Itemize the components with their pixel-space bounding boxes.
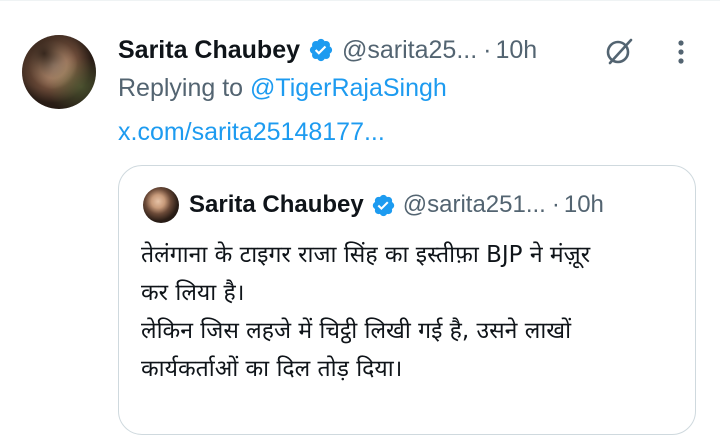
quoted-handle: @sarita251... [402, 191, 546, 218]
quoted-display-name: Sarita Chaubey [189, 191, 364, 218]
tweet-header: Sarita Chaubey @sarita25... · 10h [118, 30, 537, 70]
quoted-text-line: तेलंगाना के टाइगर राजा सिंह का इस्तीफ़ा … [141, 242, 591, 268]
grok-icon[interactable] [604, 36, 634, 66]
quoted-timestamp: 10h [563, 191, 604, 218]
separator-dot: · [551, 191, 560, 218]
quoted-tweet-header: Sarita Chaubey @sarita251... · 10h [189, 186, 604, 224]
quoted-text-line: कार्यकर्ताओं का दिल तोड़ दिया। [141, 356, 403, 382]
replying-prefix: Replying to [118, 74, 251, 102]
divider [0, 0, 720, 1]
timestamp[interactable]: 10h [496, 36, 538, 65]
quoted-tweet-text: तेलंगाना के टाइगर राजा सिंह का इस्तीफ़ा … [141, 236, 681, 388]
handle[interactable]: @sarita25... [342, 36, 477, 65]
quoted-tweet[interactable]: Sarita Chaubey @sarita251... · 10h तेलंग… [118, 165, 696, 435]
avatar[interactable] [22, 35, 96, 109]
replying-to: Replying to @TigerRajaSingh [118, 74, 447, 103]
verified-badge-icon [371, 193, 396, 218]
separator-dot: · [483, 35, 492, 64]
quoted-text-line: लेकिन जिस लहजे में चिट्ठी लिखी गई है, उस… [141, 318, 572, 344]
quoted-avatar[interactable] [143, 187, 179, 223]
verified-badge-icon[interactable] [308, 37, 334, 63]
tweet-link[interactable]: x.com/sarita25148177... [118, 118, 385, 147]
display-name[interactable]: Sarita Chaubey [118, 36, 300, 65]
quoted-text-line: कर लिया है। [141, 280, 245, 306]
more-options-icon[interactable] [668, 38, 694, 66]
replying-mention-link[interactable]: @TigerRajaSingh [250, 74, 447, 102]
